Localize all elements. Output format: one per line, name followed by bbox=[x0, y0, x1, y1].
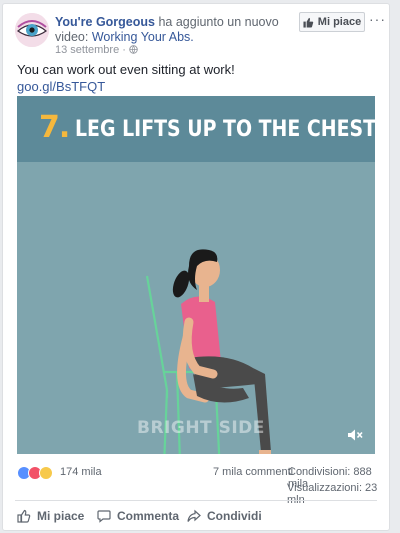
like-page-button[interactable]: Mi piace bbox=[299, 12, 365, 32]
share-button-label: Condividi bbox=[207, 509, 262, 523]
comments-count[interactable]: 7 mila commenti bbox=[213, 466, 293, 478]
thumbs-up-icon bbox=[303, 17, 314, 28]
video-watermark: BRIGHT SIDE bbox=[137, 418, 265, 438]
comment-button[interactable]: Commenta bbox=[97, 509, 179, 523]
reaction-icons[interactable] bbox=[17, 466, 53, 480]
date-separator: · bbox=[122, 44, 126, 56]
comment-icon bbox=[97, 510, 111, 523]
post-text: You can work out even sitting at work! bbox=[17, 62, 235, 77]
like-page-label: Mi piace bbox=[317, 16, 362, 28]
comment-button-label: Commenta bbox=[117, 509, 180, 523]
globe-icon bbox=[129, 45, 138, 54]
volume-muted-icon[interactable] bbox=[347, 428, 363, 442]
exercise-number: 7. bbox=[39, 110, 70, 145]
video-player[interactable]: 7. LEG LIFTS UP TO THE CHEST BRIGHT SIDE bbox=[17, 96, 375, 454]
post-link[interactable]: goo.gl/BsTFQT bbox=[17, 79, 105, 94]
video-banner: 7. LEG LIFTS UP TO THE CHEST bbox=[17, 96, 375, 162]
post-timestamp-row: 13 settembre · bbox=[55, 44, 138, 56]
actions-divider bbox=[15, 500, 377, 501]
post-date[interactable]: 13 settembre bbox=[55, 44, 119, 56]
thumbs-up-icon bbox=[17, 509, 31, 523]
views-count: Visualizzazioni: 23 mln bbox=[287, 482, 378, 506]
page-name-link[interactable]: You're Gorgeous bbox=[55, 15, 155, 29]
video-title-link[interactable]: Working Your Abs. bbox=[92, 30, 194, 44]
wow-reaction-icon bbox=[39, 466, 53, 480]
more-options-icon[interactable]: ··· bbox=[369, 11, 386, 27]
post-header: You're Gorgeous ha aggiunto un nuovo vid… bbox=[55, 15, 295, 45]
like-button[interactable]: Mi piace bbox=[17, 509, 84, 523]
exercise-illustration bbox=[145, 249, 271, 454]
share-icon bbox=[187, 509, 201, 522]
post-card: You're Gorgeous ha aggiunto un nuovo vid… bbox=[2, 3, 390, 531]
page-avatar[interactable] bbox=[15, 13, 49, 47]
exercise-title: LEG LIFTS UP TO THE CHEST bbox=[75, 117, 375, 142]
reaction-count[interactable]: 174 mila bbox=[60, 466, 102, 478]
like-button-label: Mi piace bbox=[37, 509, 85, 523]
share-button[interactable]: Condividi bbox=[187, 509, 262, 523]
